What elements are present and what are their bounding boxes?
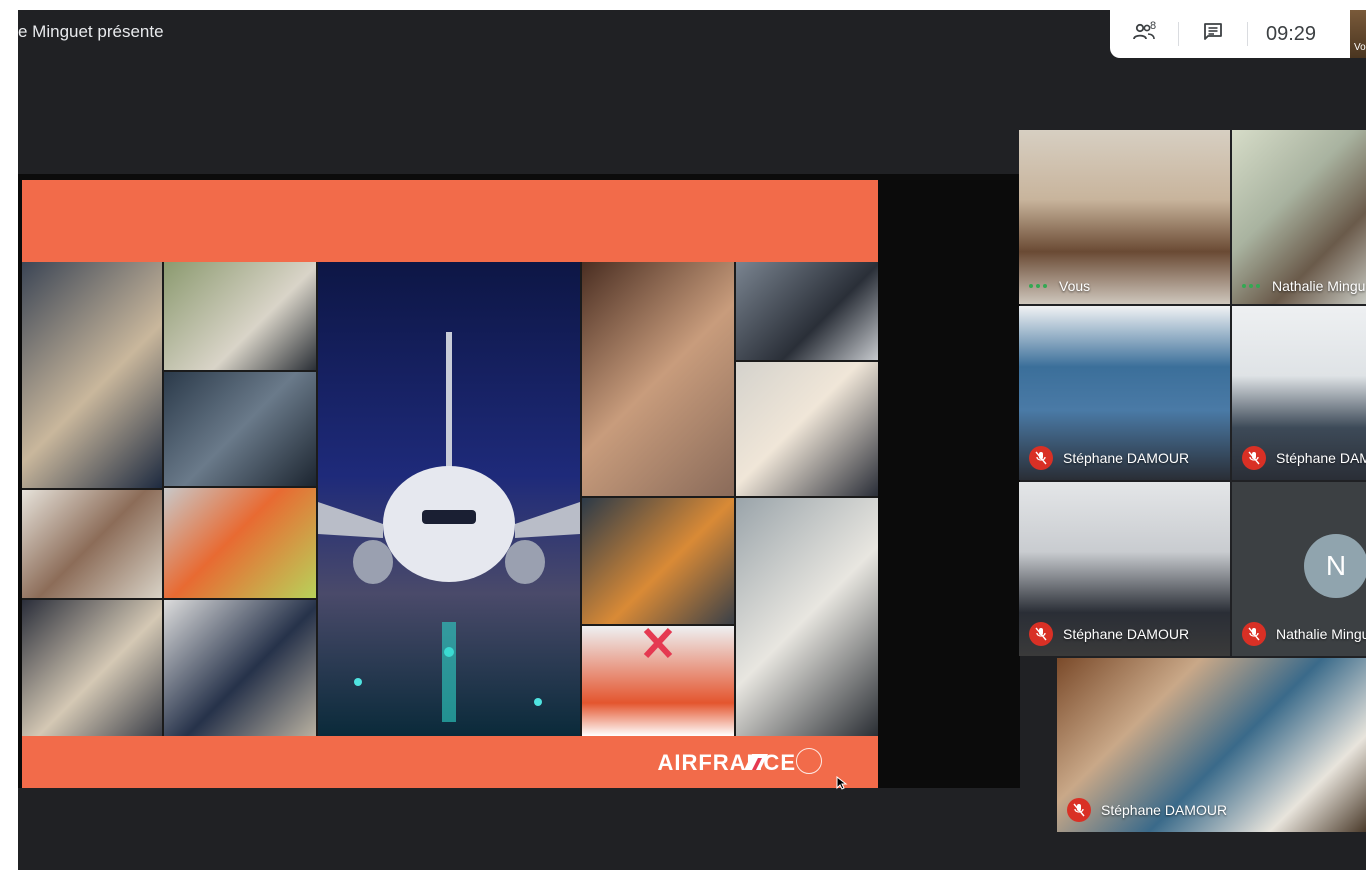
speaking-indicator-icon (1029, 284, 1047, 288)
mic-off-icon (1242, 446, 1266, 470)
aircraft-illustration (318, 332, 580, 722)
avatar: N (1304, 534, 1366, 598)
speaking-indicator-icon (1242, 284, 1260, 288)
photo-ground-staff (164, 488, 316, 598)
window-edge-top (0, 0, 1366, 10)
photo-agent-phone (736, 262, 878, 360)
top-controls: 8 09:29 Vo (1110, 10, 1366, 58)
participant-name: Stéphane DAMOUR (1063, 450, 1190, 466)
participant-name: Nathalie Mingu (1272, 278, 1366, 294)
slide-header-band (22, 180, 878, 262)
photo-pilot-uniform (22, 490, 162, 598)
participant-label: Nathalie Mingu (1242, 278, 1365, 294)
participants-count: 8 (1150, 20, 1157, 32)
photo-smiling-man (736, 362, 878, 496)
participant-name: Nathalie Mingu (1276, 626, 1366, 642)
participants-button[interactable]: 8 (1110, 10, 1178, 58)
participant-tile[interactable]: Stéphane DAMOUR (1057, 658, 1366, 832)
participant-label: Stéphane DAMOUR (1067, 798, 1227, 822)
mouse-cursor-icon (836, 776, 848, 790)
cross-signal-icon (643, 627, 673, 659)
photo-collage (22, 262, 878, 736)
participant-name: Stéphane DAM (1276, 450, 1366, 466)
participant-tile[interactable]: Stéphane DAMOUR (1019, 306, 1230, 480)
brand-stripe-icon (744, 754, 768, 770)
mic-off-icon (1029, 446, 1053, 470)
photo-call-agent (582, 262, 734, 496)
photo-technician (582, 498, 734, 624)
presentation-slide: AIRFRANCE (22, 180, 878, 788)
photo-cabin-staff (164, 262, 316, 370)
participant-label: Stéphane DAMOUR (1029, 446, 1189, 470)
photo-mechanic (164, 600, 316, 736)
participant-label: Nathalie Mingu (1242, 622, 1366, 646)
photo-cockpit-crew (22, 262, 162, 488)
participant-name: Vous (1059, 278, 1091, 294)
participant-tile[interactable]: Stéphane DAM (1232, 306, 1366, 480)
meet-screen: e Minguet présente 8 09:29 Vo AIRFRANCE … (0, 0, 1366, 880)
participant-tile[interactable]: Vous (1019, 130, 1230, 304)
photo-office-meeting (22, 600, 162, 736)
photo-aircraft-front (318, 262, 580, 736)
window-edge-left (0, 0, 18, 880)
participant-label: Vous (1029, 278, 1090, 294)
brand-seahorse-logo (796, 748, 822, 774)
self-preview-label: Vo (1354, 42, 1366, 53)
slide-footer-band: AIRFRANCE (22, 736, 878, 788)
chat-button[interactable] (1179, 10, 1247, 58)
participant-tile[interactable]: Stéphane DAMOUR (1019, 482, 1230, 656)
photo-pilot-sunglasses (736, 498, 878, 736)
mic-off-icon (1029, 622, 1053, 646)
photo-operations-desk (164, 372, 316, 486)
self-preview-thumbnail[interactable]: Vo (1350, 10, 1366, 58)
participant-name: Stéphane DAMOUR (1101, 802, 1228, 818)
participant-name: Stéphane DAMOUR (1063, 626, 1190, 642)
mic-off-icon (1242, 622, 1266, 646)
chat-icon (1203, 22, 1223, 47)
presenter-title: e Minguet présente (18, 22, 164, 41)
photo-marshaller (582, 626, 734, 736)
mic-off-icon (1067, 798, 1091, 822)
window-edge-bottom (0, 870, 1366, 880)
participant-tile[interactable]: Nathalie Mingu (1232, 130, 1366, 304)
brand-wordmark: AIRFRANCE (657, 750, 796, 775)
participant-tile[interactable]: N Nathalie Mingu (1232, 482, 1366, 656)
participant-label: Stéphane DAM (1242, 446, 1366, 470)
participant-label: Stéphane DAMOUR (1029, 622, 1189, 646)
clock: 09:29 (1266, 22, 1317, 45)
